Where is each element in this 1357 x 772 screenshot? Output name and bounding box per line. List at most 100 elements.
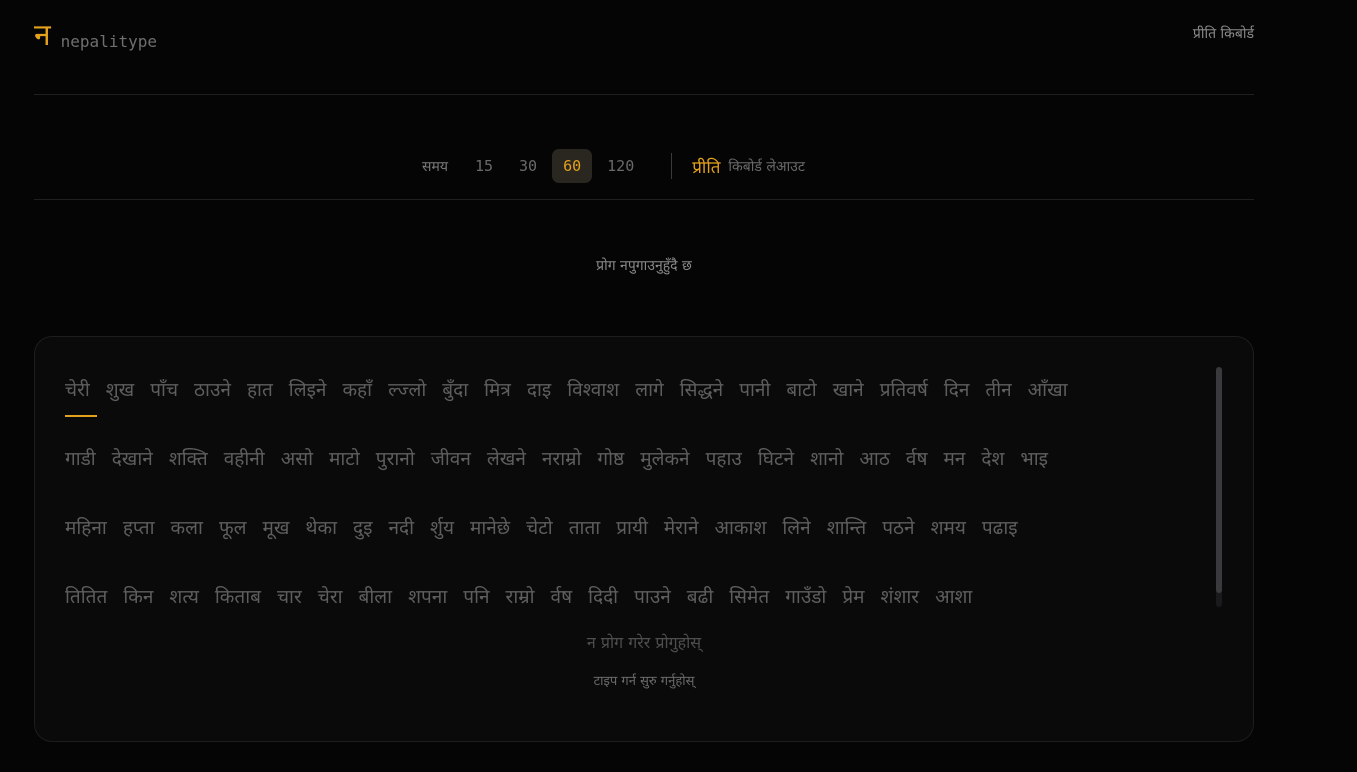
logo[interactable]: न nepalitype bbox=[34, 18, 157, 54]
word: विश्वाश bbox=[567, 379, 620, 401]
word: मानेछे bbox=[469, 517, 511, 539]
word: दुइ bbox=[353, 517, 373, 539]
hint-text: न प्रोग गरेर प्रोगुहोस् bbox=[586, 633, 702, 652]
word: लेखने bbox=[486, 448, 526, 470]
scrollbar[interactable] bbox=[1216, 367, 1222, 607]
word: मुलेकने bbox=[640, 448, 690, 470]
word: नराम्रो bbox=[541, 448, 582, 470]
word: हप्ता bbox=[122, 517, 155, 539]
word: तीन bbox=[985, 379, 1012, 401]
word: प्रेम bbox=[842, 586, 865, 608]
word: कला bbox=[170, 517, 203, 539]
word: चार bbox=[276, 586, 302, 608]
config-bar: समय 15 30 60 120 प्रीति किबोर्ड लेआउट bbox=[34, 95, 1254, 200]
word: किताब bbox=[214, 586, 261, 608]
word: हात bbox=[246, 379, 273, 401]
word: शंशार bbox=[880, 586, 920, 608]
word: पढाइ bbox=[981, 517, 1018, 539]
app-name: nepalitype bbox=[60, 32, 157, 51]
word: मन bbox=[943, 448, 966, 470]
word: आँखा bbox=[1027, 379, 1068, 401]
word: बीला bbox=[358, 586, 393, 608]
word: ताता bbox=[568, 517, 601, 539]
word: र्शुय bbox=[430, 517, 454, 539]
typing-area[interactable]: चेरी शुख पाँच ठाउने हात लिइने कहाँ ल्ज्लो बुँदा म… bbox=[34, 336, 1254, 742]
word: महिना bbox=[65, 517, 107, 539]
word: सिमेत bbox=[729, 586, 770, 608]
logo-mark: न bbox=[34, 18, 51, 53]
word: शक्ति bbox=[168, 448, 208, 470]
word: मूख bbox=[262, 517, 290, 539]
word: पाँच bbox=[150, 379, 179, 401]
word: बुँदा bbox=[442, 379, 469, 401]
word-line: चेरी शुख पाँच ठाउने हात लिइने कहाँ ल्ज्लो बुँदा म… bbox=[65, 361, 1215, 430]
word: बढी bbox=[686, 586, 714, 608]
word: आकाश bbox=[714, 517, 767, 539]
word: प्रतिवर्ष bbox=[879, 379, 928, 401]
word: दिदी bbox=[588, 586, 619, 608]
word: सिद्धने bbox=[679, 379, 724, 401]
word-list: चेरी शुख पाँच ठाउने हात लिइने कहाँ ल्ज्लो बुँदा म… bbox=[65, 361, 1215, 637]
word: पहाउ bbox=[705, 448, 742, 470]
status-text: प्रोग नपुगाउनुहुँदै छ bbox=[596, 258, 692, 274]
word: पाउने bbox=[634, 586, 671, 608]
time-label: समय bbox=[422, 158, 448, 175]
word: लागे bbox=[635, 379, 664, 401]
word: शत्य bbox=[169, 586, 199, 608]
word: ल्ज्लो bbox=[388, 379, 427, 401]
current-word: चेरी bbox=[65, 361, 97, 419]
scroll-thumb[interactable] bbox=[1216, 367, 1222, 593]
word: राम्रो bbox=[505, 586, 535, 608]
config-controls: समय 15 30 60 120 प्रीति किबोर्ड लेआउट bbox=[414, 149, 805, 183]
word: प्रायी bbox=[616, 517, 648, 539]
start-typing-hint: टाइप गर्न सुरु गर्नुहोस् bbox=[593, 674, 695, 689]
word-line: तितित किन शत्य किताब चार चेरा बीला शपना पनि राम्र… bbox=[65, 568, 1215, 637]
word: पुरानो bbox=[375, 448, 415, 470]
word: गोष्ठ bbox=[597, 448, 625, 470]
word: चेटो bbox=[526, 517, 553, 539]
word: भाइ bbox=[1020, 448, 1048, 470]
word: दाइ bbox=[526, 379, 552, 401]
time-option-15[interactable]: 15 bbox=[464, 149, 504, 183]
word: बाटो bbox=[786, 379, 817, 401]
time-option-60[interactable]: 60 bbox=[552, 149, 593, 183]
time-option-30[interactable]: 30 bbox=[508, 149, 548, 183]
word: लिने bbox=[782, 517, 811, 539]
word-line: गाडी देखाने शक्ति वहीनी असो माटो पुरानो जीवन लेख… bbox=[65, 430, 1215, 499]
word: दिन bbox=[943, 379, 970, 401]
word: नदी bbox=[388, 517, 415, 539]
word: आठ bbox=[859, 448, 890, 470]
word: पानी bbox=[739, 379, 771, 401]
word: फूल bbox=[218, 517, 247, 539]
layout-name[interactable]: प्रीति bbox=[692, 155, 720, 178]
word: मित्र bbox=[484, 379, 511, 401]
header-keyboard-layout[interactable]: प्रीति किबोर्ड bbox=[1193, 24, 1254, 43]
word: कहाँ bbox=[342, 379, 373, 401]
word: आशा bbox=[935, 586, 973, 608]
word: थेका bbox=[305, 517, 338, 539]
word: जीवन bbox=[430, 448, 471, 470]
word: किन bbox=[123, 586, 154, 608]
time-option-120[interactable]: 120 bbox=[596, 149, 645, 183]
word: पठने bbox=[882, 517, 915, 539]
app-root: न nepalitype प्रीति किबोर्ड समय 15 30 60… bbox=[34, 0, 1254, 772]
word: माटो bbox=[329, 448, 360, 470]
word: खाने bbox=[832, 379, 864, 401]
word: तितित bbox=[65, 586, 108, 608]
word: शमय bbox=[930, 517, 966, 539]
word: शानो bbox=[810, 448, 844, 470]
word: गाउँडो bbox=[785, 586, 827, 608]
word: घिटने bbox=[757, 448, 795, 470]
word: शपना bbox=[408, 586, 448, 608]
word-line: महिना हप्ता कला फूल मूख थेका दुइ नदी र्शुय मानेछे… bbox=[65, 499, 1215, 568]
word: र्वष bbox=[550, 586, 573, 608]
layout-subtitle: किबोर्ड लेआउट bbox=[728, 158, 805, 175]
word: चेरा bbox=[317, 586, 343, 608]
word: मेराने bbox=[663, 517, 699, 539]
word: वहीनी bbox=[223, 448, 265, 470]
word: पनि bbox=[463, 586, 490, 608]
word: शान्ति bbox=[826, 517, 867, 539]
word: र्वष bbox=[905, 448, 928, 470]
word: देश bbox=[981, 448, 1005, 470]
word: ठाउने bbox=[194, 379, 231, 401]
